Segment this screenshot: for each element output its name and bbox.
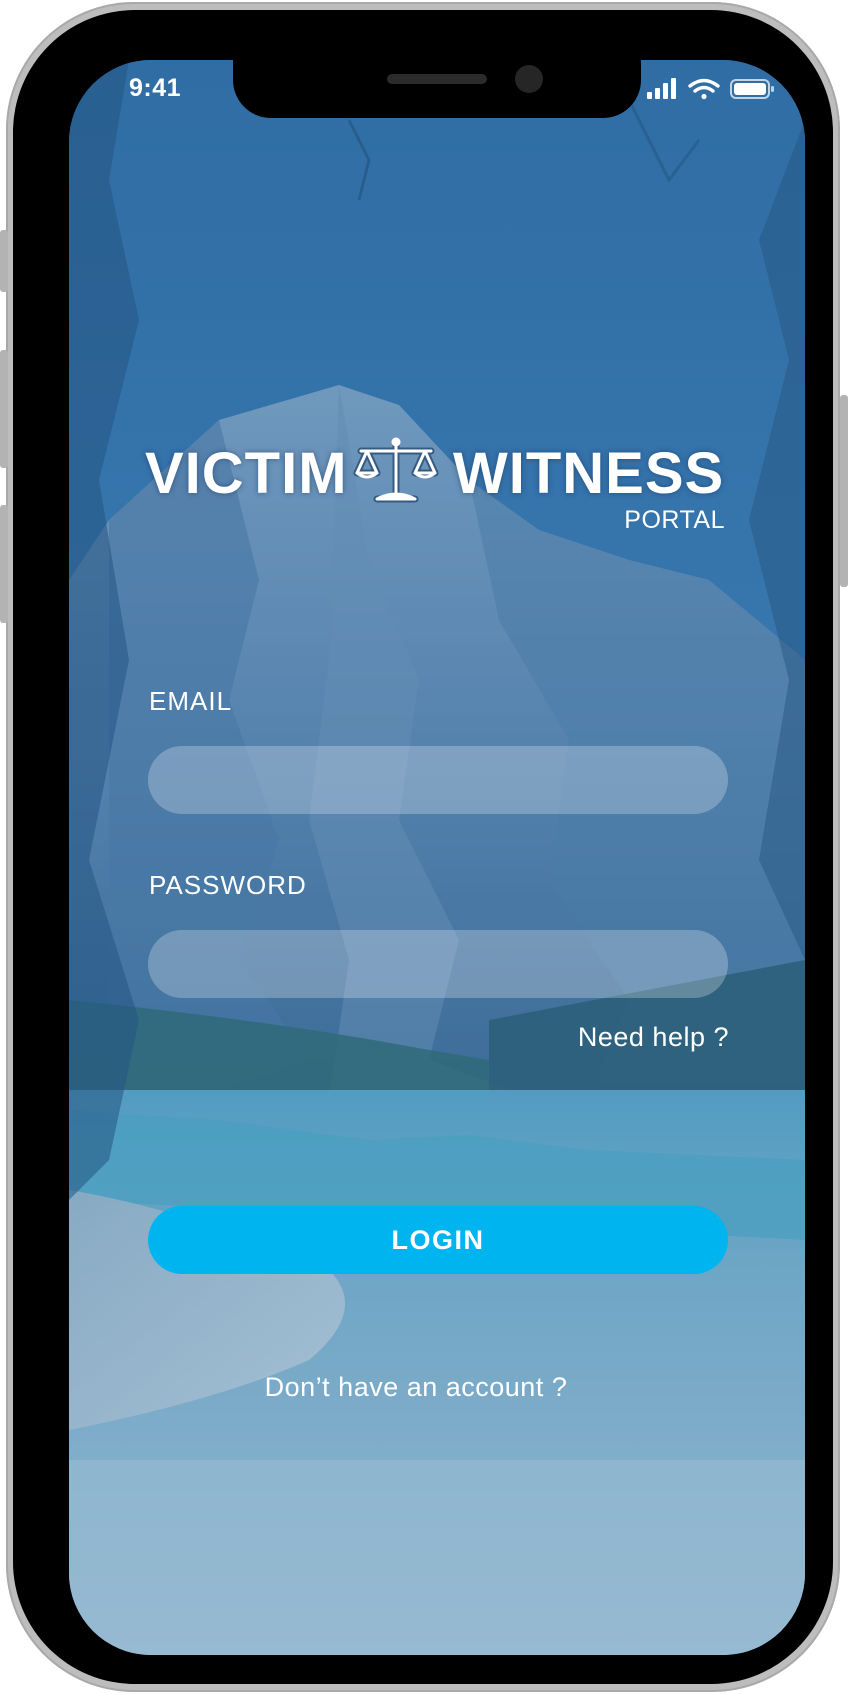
phone-silent-switch bbox=[0, 230, 8, 292]
signup-link[interactable]: Don’t have an account ? bbox=[69, 1372, 763, 1403]
cellular-signal-icon bbox=[647, 78, 676, 99]
login-button[interactable]: LOGIN bbox=[148, 1206, 728, 1274]
phone-volume-up-button bbox=[0, 350, 8, 468]
password-input[interactable] bbox=[148, 930, 728, 998]
phone-body: 9:41 VICTIM WITNESS PORTAL EMAIL PASSWOR… bbox=[13, 10, 833, 1684]
status-icons bbox=[647, 77, 777, 101]
email-label: EMAIL bbox=[149, 686, 233, 716]
logo-subtitle: PORTAL bbox=[624, 506, 725, 534]
front-camera bbox=[515, 65, 543, 93]
wifi-icon bbox=[688, 78, 720, 100]
earpiece-speaker bbox=[387, 74, 487, 84]
phone-power-button bbox=[840, 395, 848, 587]
status-time: 9:41 bbox=[129, 74, 182, 102]
logo-word-victim: VICTIM bbox=[145, 441, 348, 506]
scales-of-justice-icon bbox=[353, 437, 439, 503]
camera-notch bbox=[233, 60, 641, 118]
color-overlay bbox=[69, 60, 805, 1655]
password-label: PASSWORD bbox=[149, 870, 307, 900]
logo-word-witness: WITNESS bbox=[453, 441, 725, 506]
phone-volume-down-button bbox=[0, 505, 8, 623]
app-screen: 9:41 VICTIM WITNESS PORTAL EMAIL PASSWOR… bbox=[69, 60, 805, 1655]
battery-icon bbox=[730, 79, 774, 99]
app-logo: VICTIM WITNESS PORTAL bbox=[145, 437, 725, 540]
email-input[interactable] bbox=[148, 746, 728, 814]
need-help-link[interactable]: Need help ? bbox=[578, 1022, 729, 1053]
